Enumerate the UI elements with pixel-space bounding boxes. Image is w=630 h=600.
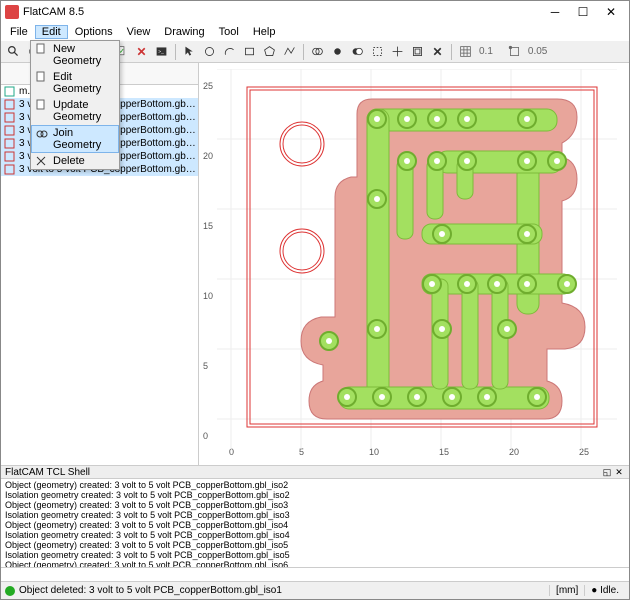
menu-view[interactable]: View xyxy=(120,25,158,39)
menu-item-delete[interactable]: Delete xyxy=(31,153,119,169)
shell-float-icon[interactable]: ◱ xyxy=(601,467,613,478)
pcb-plot xyxy=(217,69,617,449)
status-idle: ● Idle. xyxy=(584,585,625,596)
subtract-button[interactable] xyxy=(349,43,366,60)
draw-polygon-button[interactable] xyxy=(261,43,278,60)
shell-close-icon[interactable]: ✕ xyxy=(613,467,625,478)
corner-snap-button[interactable] xyxy=(506,43,523,60)
edit-menu-dropdown: New Geometry Edit Geometry Update Geomet… xyxy=(30,40,120,170)
cut-path-button[interactable] xyxy=(369,43,386,60)
menu-item-edit-geometry[interactable]: Edit Geometry xyxy=(31,69,119,97)
buffer-button[interactable] xyxy=(409,43,426,60)
titlebar: FlatCAM 8.5 ─ ☐ ✕ xyxy=(1,1,629,23)
menu-file[interactable]: File xyxy=(3,25,35,39)
window-title: FlatCAM 8.5 xyxy=(23,6,84,18)
select-button[interactable] xyxy=(181,43,198,60)
y-tick: 10 xyxy=(203,291,213,301)
shell-output[interactable]: Object (geometry) created: 3 volt to 5 v… xyxy=(1,479,629,567)
draw-path-button[interactable] xyxy=(281,43,298,60)
shell-button[interactable]: >_ xyxy=(153,43,170,60)
y-tick: 25 xyxy=(203,81,213,91)
plot-canvas[interactable]: 0 5 10 15 20 25 0 5 10 15 20 25 xyxy=(199,63,629,465)
y-tick: 0 xyxy=(203,431,208,441)
menu-options[interactable]: Options xyxy=(68,25,120,39)
shell-header[interactable]: FlatCAM TCL Shell ◱ ✕ xyxy=(1,465,629,479)
menu-item-update-geometry[interactable]: Update Geometry xyxy=(31,97,119,125)
grid-snap-button[interactable] xyxy=(457,43,474,60)
delete-shape-button[interactable] xyxy=(429,43,446,60)
y-tick: 20 xyxy=(203,151,213,161)
statusbar: Object deleted: 3 volt to 5 volt PCB_cop… xyxy=(1,581,629,599)
draw-arc-button[interactable] xyxy=(221,43,238,60)
menu-help[interactable]: Help xyxy=(246,25,283,39)
menu-edit[interactable]: Edit xyxy=(35,25,68,39)
draw-rect-button[interactable] xyxy=(241,43,258,60)
delete-button[interactable] xyxy=(133,43,150,60)
minimize-button[interactable]: ─ xyxy=(541,2,569,22)
status-units: [mm] xyxy=(549,585,584,596)
shell-input[interactable] xyxy=(1,567,629,581)
menu-tool[interactable]: Tool xyxy=(212,25,246,39)
status-ok-icon xyxy=(5,586,15,596)
app-icon xyxy=(5,5,19,19)
menubar: File Edit Options View Drawing Tool Help xyxy=(1,23,629,41)
y-tick: 5 xyxy=(203,361,208,371)
shell-title: FlatCAM TCL Shell xyxy=(5,467,90,478)
svg-text:>_: >_ xyxy=(158,49,164,55)
menu-item-join-geometry[interactable]: Join Geometry xyxy=(31,125,119,153)
draw-circle-button[interactable] xyxy=(201,43,218,60)
grid-y-value[interactable]: 0.05 xyxy=(526,46,557,57)
union-button[interactable] xyxy=(309,43,326,60)
close-button[interactable]: ✕ xyxy=(597,2,625,22)
status-message: Object deleted: 3 volt to 5 volt PCB_cop… xyxy=(19,585,282,596)
maximize-button[interactable]: ☐ xyxy=(569,2,597,22)
menu-drawing[interactable]: Drawing xyxy=(157,25,211,39)
zoom-fit-button[interactable] xyxy=(5,43,22,60)
move-button[interactable] xyxy=(389,43,406,60)
menu-item-new-geometry[interactable]: New Geometry xyxy=(31,41,119,69)
grid-x-value[interactable]: 0.1 xyxy=(477,46,503,57)
intersect-button[interactable] xyxy=(329,43,346,60)
y-tick: 15 xyxy=(203,221,213,231)
